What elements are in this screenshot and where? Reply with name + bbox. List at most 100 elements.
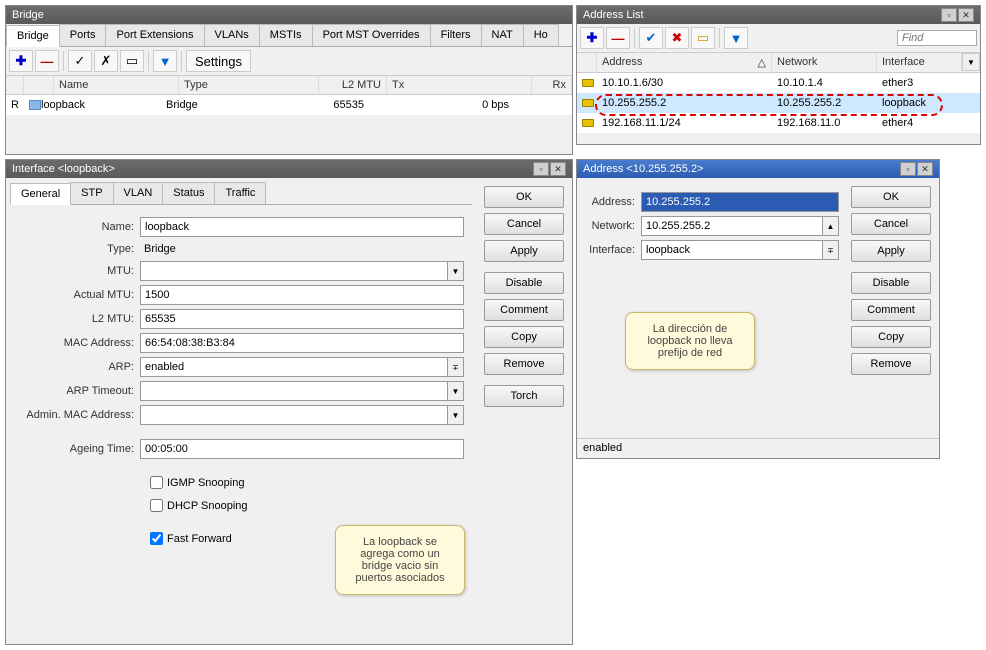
addr-row[interactable]: 10.10.1.6/30 10.10.1.4 ether3 xyxy=(577,73,980,93)
apply-button[interactable]: Apply xyxy=(851,240,931,262)
copy-button[interactable]: Copy xyxy=(484,326,564,348)
input-interface[interactable] xyxy=(641,240,823,260)
tab-port-mst[interactable]: Port MST Overrides xyxy=(312,24,431,46)
remove-button[interactable]: — xyxy=(606,27,630,49)
addr-row[interactable]: 10.255.255.2 10.255.255.2 loopback xyxy=(577,93,980,113)
check-fast[interactable] xyxy=(150,532,163,545)
input-address[interactable] xyxy=(641,192,839,212)
address-list-window: Address List ▫ ✕ ✚ — ✔ ✖ ▭ ▼ Address△ Ne… xyxy=(576,5,981,145)
tab-bridge[interactable]: Bridge xyxy=(6,25,60,47)
comment-button[interactable]: ▭ xyxy=(120,50,144,72)
comment-button[interactable]: ▭ xyxy=(691,27,715,49)
settings-button[interactable]: Settings xyxy=(186,50,251,72)
tab-status[interactable]: Status xyxy=(162,182,215,204)
check-dhcp[interactable] xyxy=(150,499,163,512)
tag-icon xyxy=(582,119,594,127)
disable-button[interactable]: ✖ xyxy=(665,27,689,49)
remove-button[interactable]: — xyxy=(35,50,59,72)
label-ageing: Ageing Time: xyxy=(10,443,140,455)
ok-button[interactable]: OK xyxy=(851,186,931,208)
tab-filters[interactable]: Filters xyxy=(430,24,482,46)
add-button[interactable]: ✚ xyxy=(580,27,604,49)
cancel-button[interactable]: Cancel xyxy=(484,213,564,235)
disable-button[interactable]: Disable xyxy=(484,272,564,294)
input-actual-mtu[interactable] xyxy=(140,285,464,305)
tab-general[interactable]: General xyxy=(10,183,71,205)
input-network[interactable] xyxy=(641,216,823,236)
mtu-dropdown[interactable]: ▼ xyxy=(448,261,464,281)
disable-button[interactable]: Disable xyxy=(851,272,931,294)
apply-button[interactable]: Apply xyxy=(484,240,564,262)
torch-button[interactable]: Torch xyxy=(484,385,564,407)
enable-button[interactable]: ✔ xyxy=(639,27,663,49)
bridge-grid-header: Name Type L2 MTU Tx Rx xyxy=(6,76,572,95)
remove-button[interactable]: Remove xyxy=(851,353,931,375)
ok-button[interactable]: OK xyxy=(484,186,564,208)
col-tx[interactable]: Tx xyxy=(387,76,532,94)
input-name[interactable] xyxy=(140,217,464,237)
filter-button[interactable]: ▼ xyxy=(153,50,177,72)
label-type: Type: xyxy=(10,243,140,255)
remove-button[interactable]: Remove xyxy=(484,353,564,375)
bridge-row[interactable]: R loopback Bridge 65535 0 bps xyxy=(6,95,572,115)
cell-type: Bridge xyxy=(161,97,301,113)
minimize-button[interactable]: ▫ xyxy=(941,8,957,22)
comment-button[interactable]: Comment xyxy=(484,299,564,321)
check-igmp[interactable] xyxy=(150,476,163,489)
tab-stp[interactable]: STP xyxy=(70,182,113,204)
input-ageing[interactable] xyxy=(140,439,464,459)
find-input[interactable] xyxy=(897,30,977,46)
tab-vlan[interactable]: VLAN xyxy=(113,182,164,204)
input-mac[interactable] xyxy=(140,333,464,353)
col-type[interactable]: Type xyxy=(179,76,319,94)
input-admin-mac[interactable] xyxy=(140,405,448,425)
tab-mstis[interactable]: MSTIs xyxy=(259,24,313,46)
label-interface: Interface: xyxy=(581,244,641,256)
columns-button[interactable]: ▼ xyxy=(962,53,980,71)
tab-nat[interactable]: NAT xyxy=(481,24,524,46)
col-interface[interactable]: Interface xyxy=(877,53,962,72)
close-button[interactable]: ✕ xyxy=(917,162,933,176)
minimize-button[interactable]: ▫ xyxy=(533,162,549,176)
close-button[interactable]: ✕ xyxy=(550,162,566,176)
minimize-button[interactable]: ▫ xyxy=(900,162,916,176)
enable-button[interactable]: ✓ xyxy=(68,50,92,72)
col-address[interactable]: Address△ xyxy=(597,53,772,72)
separator xyxy=(181,51,182,71)
copy-button[interactable]: Copy xyxy=(851,326,931,348)
filter-button[interactable]: ▼ xyxy=(724,27,748,49)
col-network[interactable]: Network xyxy=(772,53,877,72)
col-blank[interactable] xyxy=(577,53,597,72)
tab-vlans[interactable]: VLANs xyxy=(204,24,260,46)
add-button[interactable]: ✚ xyxy=(9,50,33,72)
input-l2mtu[interactable] xyxy=(140,309,464,329)
comment-button[interactable]: Comment xyxy=(851,299,931,321)
close-button[interactable]: ✕ xyxy=(958,8,974,22)
arp-timeout-dropdown[interactable]: ▼ xyxy=(448,381,464,401)
input-mtu[interactable] xyxy=(140,261,448,281)
admin-mac-dropdown[interactable]: ▼ xyxy=(448,405,464,425)
disable-button[interactable]: ✗ xyxy=(94,50,118,72)
network-up[interactable]: ▲ xyxy=(823,216,839,236)
col-flag[interactable] xyxy=(6,76,24,94)
cancel-button[interactable]: Cancel xyxy=(851,213,931,235)
input-arp[interactable] xyxy=(140,357,448,377)
cell-l2mtu: 65535 xyxy=(301,97,369,113)
input-arp-timeout[interactable] xyxy=(140,381,448,401)
tab-traffic[interactable]: Traffic xyxy=(214,182,266,204)
titlebar-buttons: ▫ ✕ xyxy=(941,8,974,22)
interface-dropdown[interactable]: ∓ xyxy=(823,240,839,260)
separator xyxy=(63,51,64,71)
col-blank[interactable] xyxy=(24,76,54,94)
tab-port-ext[interactable]: Port Extensions xyxy=(105,24,204,46)
col-name[interactable]: Name xyxy=(54,76,179,94)
tab-ports[interactable]: Ports xyxy=(59,24,107,46)
tab-ho[interactable]: Ho xyxy=(523,24,559,46)
col-rx[interactable]: Rx xyxy=(532,76,572,94)
arp-dropdown[interactable]: ∓ xyxy=(448,357,464,377)
label-address: Address: xyxy=(581,196,641,208)
cell-network: 10.10.1.4 xyxy=(772,75,877,91)
addr-row[interactable]: 192.168.11.1/24 192.168.11.0 ether4 xyxy=(577,113,980,133)
col-l2mtu[interactable]: L2 MTU xyxy=(319,76,387,94)
cell-address: 192.168.11.1/24 xyxy=(597,115,772,131)
